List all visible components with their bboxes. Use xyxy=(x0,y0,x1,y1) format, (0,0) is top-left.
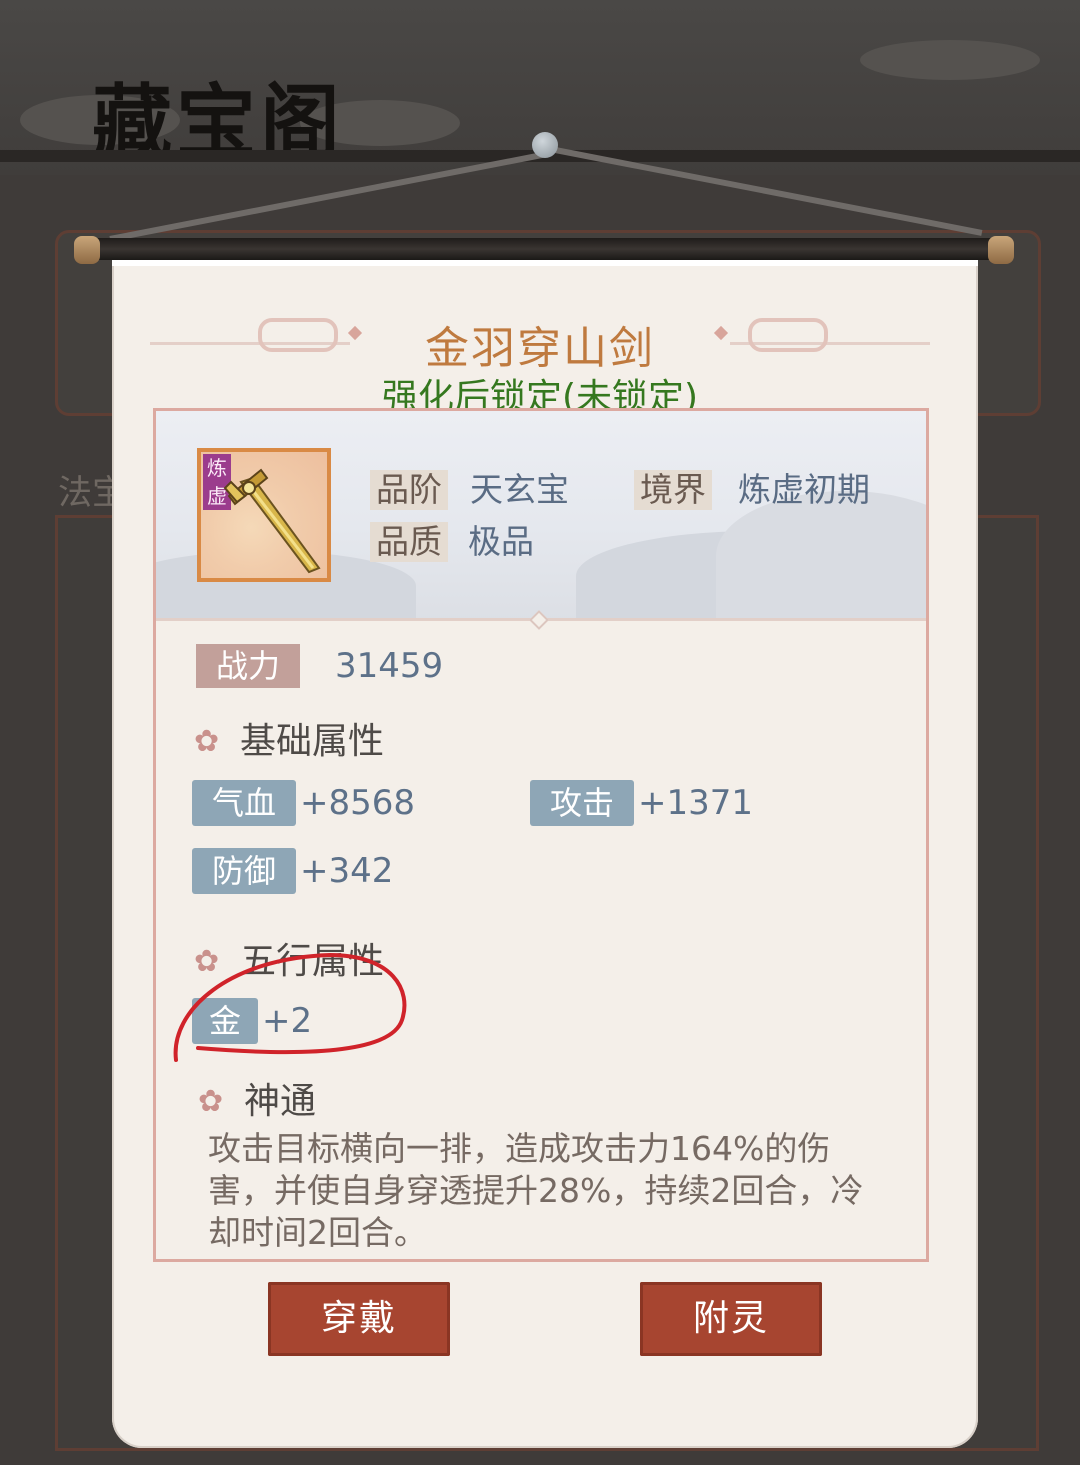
five-elements-title: 五行属性 xyxy=(240,941,385,982)
stat-tag-defense: 防御 xyxy=(192,848,296,894)
scroll-rod xyxy=(80,238,1012,260)
skill-description: 攻击目标横向一排，造成攻击力164%的伤害，并使自身穿透提升28%，持续2回合，… xyxy=(208,1129,864,1252)
hanging-knob xyxy=(532,132,558,158)
stat-tag-hp: 气血 xyxy=(192,780,296,826)
quality-value: 极品 xyxy=(468,522,534,561)
basic-attributes-title: 基础属性 xyxy=(240,721,385,762)
stat-value-defense: +342 xyxy=(300,851,394,891)
grade-label: 品阶 xyxy=(370,470,448,510)
flower-icon: ✿ xyxy=(198,1084,224,1119)
flower-icon: ✿ xyxy=(194,724,220,759)
grade-value: 天玄宝 xyxy=(470,470,569,509)
rod-cap-left xyxy=(74,236,100,264)
element-value-metal: +2 xyxy=(262,1001,313,1041)
skill-title: 神通 xyxy=(244,1081,317,1122)
stat-value-attack: +1371 xyxy=(638,783,754,823)
power-label: 战力 xyxy=(196,644,300,688)
stat-tag-attack: 攻击 xyxy=(530,780,634,826)
cloud-decoration xyxy=(860,40,1040,80)
rod-cap-right xyxy=(988,236,1014,264)
enchant-button[interactable]: 附灵 xyxy=(640,1282,822,1356)
stat-value-hp: +8568 xyxy=(300,783,416,823)
golden-sword-icon: 炼虚 xyxy=(197,448,331,582)
quality-label: 品质 xyxy=(370,522,448,562)
realm-value: 炼虚初期 xyxy=(738,470,870,509)
item-name: 金羽穿山剑 xyxy=(425,323,655,374)
mountain-decoration xyxy=(716,491,926,621)
equip-button[interactable]: 穿戴 xyxy=(268,1282,450,1356)
flower-icon: ✿ xyxy=(194,944,220,979)
sword-graphic xyxy=(223,468,321,574)
realm-label: 境界 xyxy=(634,470,712,510)
power-value: 31459 xyxy=(335,646,444,686)
element-tag-metal: 金 xyxy=(192,998,258,1044)
